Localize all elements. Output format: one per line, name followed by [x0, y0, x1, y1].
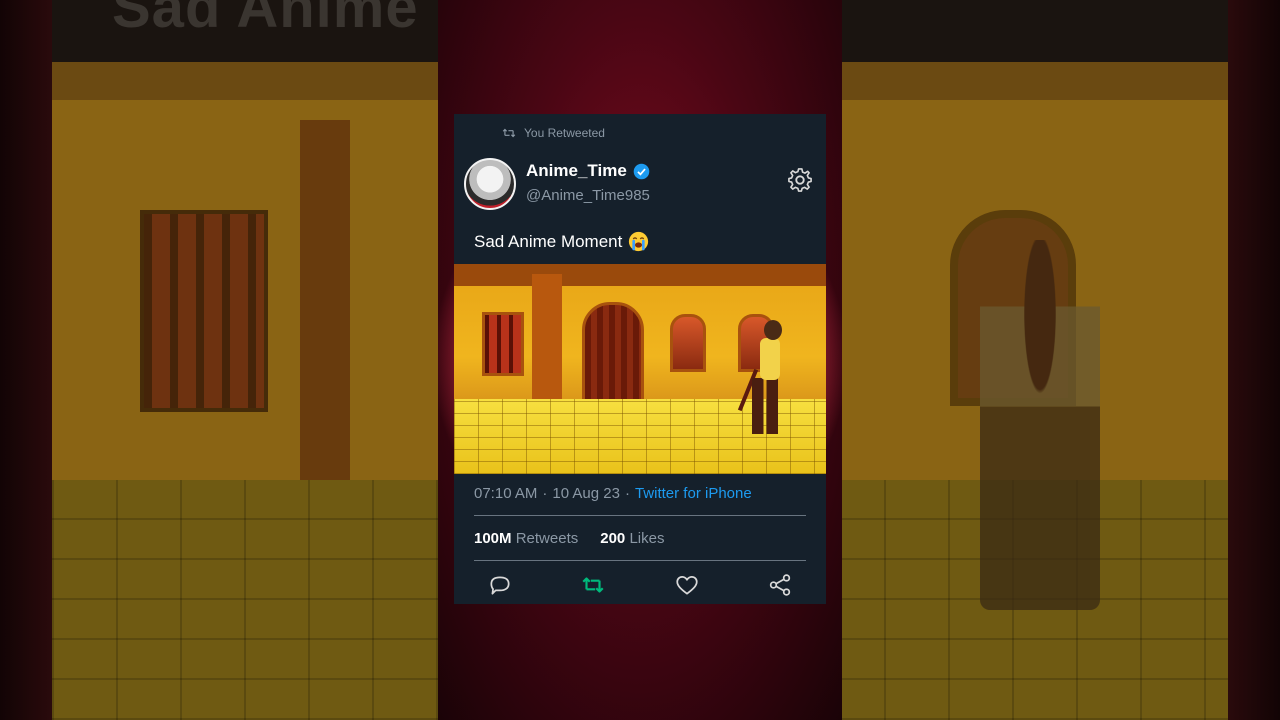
tweet-source-link[interactable]: Twitter for iPhone	[635, 485, 752, 502]
retweet-label: You Retweeted	[524, 126, 605, 140]
share-icon[interactable]	[767, 572, 793, 598]
tweet-text-content: Sad Anime Moment	[474, 231, 623, 251]
likes-label: Likes	[629, 530, 665, 547]
tweet-media-image[interactable]	[454, 264, 826, 474]
tweet-stats: 100M Retweets 200 Likes	[474, 530, 664, 547]
heart-icon[interactable]	[674, 572, 700, 598]
verified-badge-icon	[633, 163, 650, 179]
retweets-stat[interactable]: 100M Retweets	[474, 530, 578, 547]
left-edge	[0, 0, 52, 720]
tweet-actions	[454, 572, 826, 600]
media-character-body	[760, 338, 780, 380]
divider	[474, 515, 806, 516]
background-pillar	[300, 120, 350, 480]
tweet-text: Sad Anime Moment	[474, 231, 649, 252]
likes-count: 200	[600, 530, 626, 547]
media-door	[582, 302, 644, 408]
media-pillar	[546, 274, 562, 404]
background-title-text: Sad Anime	[112, 0, 419, 40]
gear-icon[interactable]	[786, 166, 814, 194]
divider	[474, 560, 806, 561]
meta-separator: ·	[624, 485, 630, 502]
author-name-row[interactable]: Anime_Time	[526, 161, 650, 181]
right-edge	[1228, 0, 1280, 720]
retweets-count: 100M	[474, 530, 512, 547]
media-arched-window	[670, 314, 706, 372]
media-window	[482, 312, 524, 376]
tweet-time: 07:10 AM	[474, 485, 538, 502]
handle[interactable]: @Anime_Time985	[526, 187, 650, 204]
likes-stat[interactable]: 200 Likes	[600, 530, 664, 547]
background-character	[980, 240, 1100, 610]
retweets-label: Retweets	[515, 530, 579, 547]
loudly-crying-face-emoji	[629, 231, 649, 252]
tweet-date: 10 Aug 23	[552, 485, 620, 502]
avatar[interactable]	[464, 158, 516, 210]
reply-icon[interactable]	[487, 572, 513, 598]
background-window	[140, 210, 268, 412]
retweet-icon	[502, 128, 516, 138]
media-character-legs	[752, 378, 778, 434]
media-character-head	[764, 320, 782, 340]
tweet-card[interactable]: You Retweeted Anime_Time @Anime_Time985 …	[454, 114, 826, 604]
retweet-indicator: You Retweeted	[502, 126, 605, 140]
display-name[interactable]: Anime_Time	[526, 161, 627, 181]
retweet-icon[interactable]	[580, 572, 606, 598]
tweet-metadata: 07:10 AM · 10 Aug 23 · Twitter for iPhon…	[474, 485, 752, 502]
meta-separator: ·	[542, 485, 548, 502]
